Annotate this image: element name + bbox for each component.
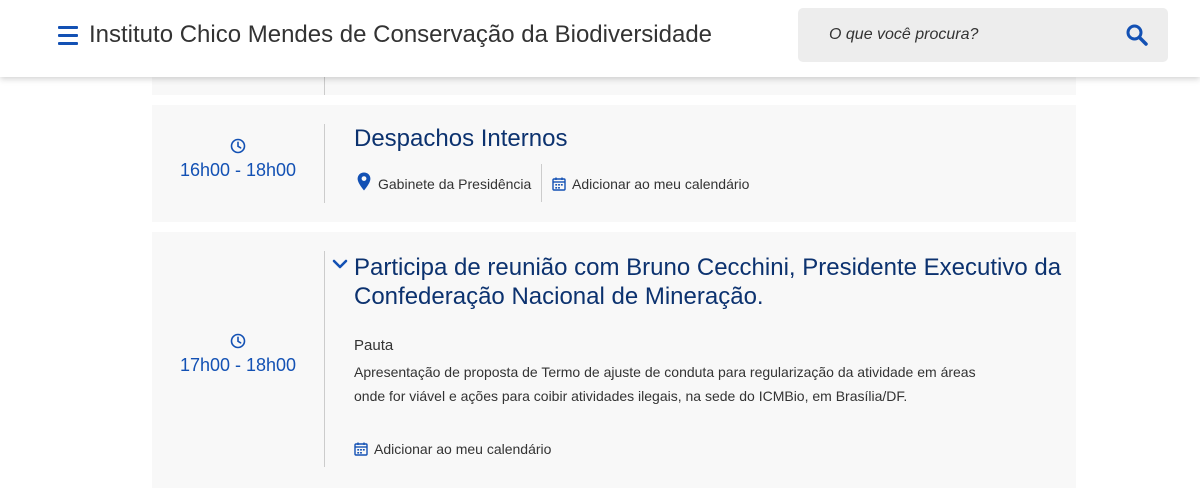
separator bbox=[541, 164, 542, 202]
search-input[interactable] bbox=[820, 22, 1119, 48]
add-to-calendar-label: Adicionar ao meu calendário bbox=[572, 176, 750, 192]
calendar-icon bbox=[552, 177, 566, 191]
add-to-calendar-link[interactable]: Adicionar ao meu calendário bbox=[552, 176, 749, 192]
agenda-label: Pauta bbox=[354, 337, 394, 354]
calendar-icon bbox=[354, 442, 368, 456]
event-time: 17h00 - 18h00 bbox=[179, 355, 297, 375]
add-to-calendar-label: Adicionar ao meu calendário bbox=[374, 441, 552, 457]
menu-icon[interactable] bbox=[58, 26, 80, 46]
event-time: 16h00 - 18h00 bbox=[179, 160, 297, 180]
location-pin-icon bbox=[357, 172, 371, 191]
event-location: Gabinete da Presidência bbox=[378, 176, 532, 192]
event-title[interactable]: Despachos Internos bbox=[354, 125, 567, 153]
clock-icon bbox=[230, 138, 246, 154]
event-card: 17h00 - 18h00 Participa de reunião com B… bbox=[152, 232, 1076, 488]
card-divider bbox=[324, 251, 325, 467]
site-header: Instituto Chico Mendes de Conservação da… bbox=[0, 0, 1200, 77]
clock-icon bbox=[230, 333, 246, 349]
search-icon[interactable] bbox=[1125, 23, 1149, 47]
event-title[interactable]: Participa de reunião com Bruno Cecchini,… bbox=[354, 253, 1064, 311]
site-title[interactable]: Instituto Chico Mendes de Conservação da… bbox=[89, 21, 712, 49]
agenda-text: Apresentação de proposta de Termo de aju… bbox=[354, 364, 976, 404]
event-card: 16h00 - 18h00 Despachos Internos Gabinet… bbox=[152, 105, 1076, 222]
add-to-calendar-link[interactable]: Adicionar ao meu calendário bbox=[354, 441, 551, 457]
search-box bbox=[798, 8, 1168, 62]
card-divider bbox=[324, 124, 325, 203]
chevron-down-icon[interactable] bbox=[332, 258, 348, 270]
